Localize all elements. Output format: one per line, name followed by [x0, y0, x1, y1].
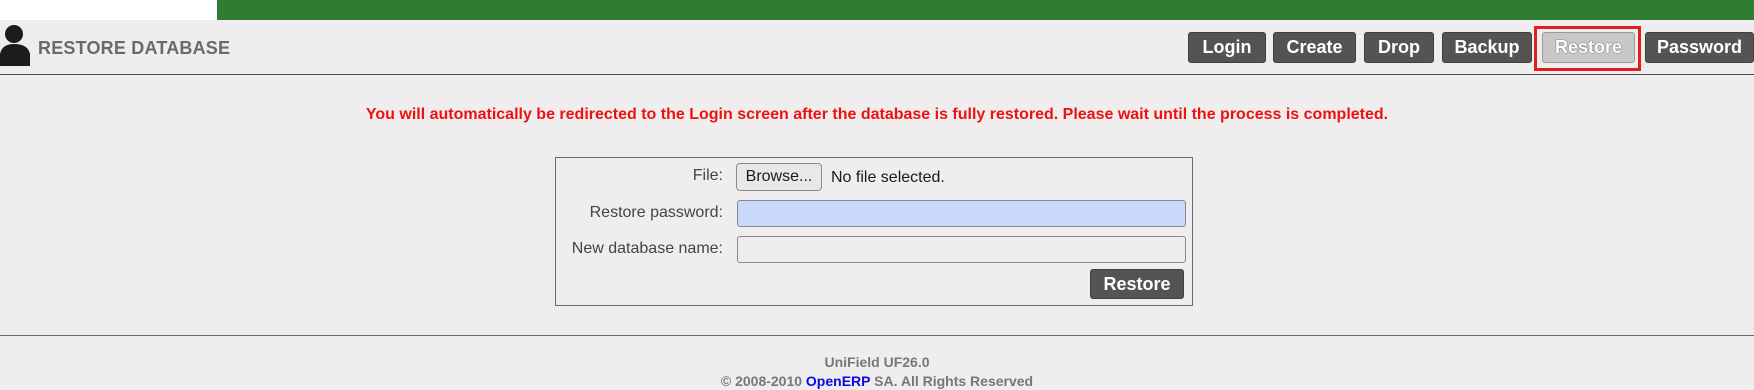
- nav-backup-button[interactable]: Backup: [1442, 32, 1532, 63]
- restore-submit-button[interactable]: Restore: [1090, 269, 1184, 299]
- new-database-name-field[interactable]: [737, 236, 1186, 263]
- copyright-prefix: © 2008-2010: [720, 373, 803, 389]
- footer-version: UniField UF26.0: [824, 354, 930, 370]
- header-divider: [0, 74, 1754, 75]
- file-label: File:: [692, 167, 723, 184]
- nav-create-button[interactable]: Create: [1273, 32, 1356, 63]
- redirect-notice: You will automatically be redirected to …: [365, 106, 1389, 123]
- footer-copyright: © 2008-2010 OpenERP SA. All Rights Reser…: [0, 373, 1754, 389]
- nav-login-button[interactable]: Login: [1188, 32, 1266, 63]
- openerp-link[interactable]: OpenERP: [806, 373, 870, 389]
- nav-restore-button[interactable]: Restore: [1542, 32, 1635, 63]
- page-title: RESTORE DATABASE: [38, 38, 231, 58]
- footer-divider: [0, 335, 1754, 336]
- nav-password-button[interactable]: Password: [1645, 32, 1754, 63]
- restore-password-label: Restore password:: [589, 204, 723, 221]
- top-bar-blank: [0, 0, 217, 20]
- top-bar-accent: [217, 0, 1754, 20]
- new-database-name-label: New database name:: [571, 240, 723, 257]
- user-silhouette-icon: [0, 25, 30, 66]
- nav-drop-button[interactable]: Drop: [1364, 32, 1434, 63]
- copyright-suffix: SA. All Rights Reserved: [874, 373, 1034, 389]
- restore-password-field[interactable]: [737, 200, 1186, 227]
- file-status-text: No file selected.: [831, 169, 945, 186]
- browse-button[interactable]: Browse...: [736, 163, 822, 191]
